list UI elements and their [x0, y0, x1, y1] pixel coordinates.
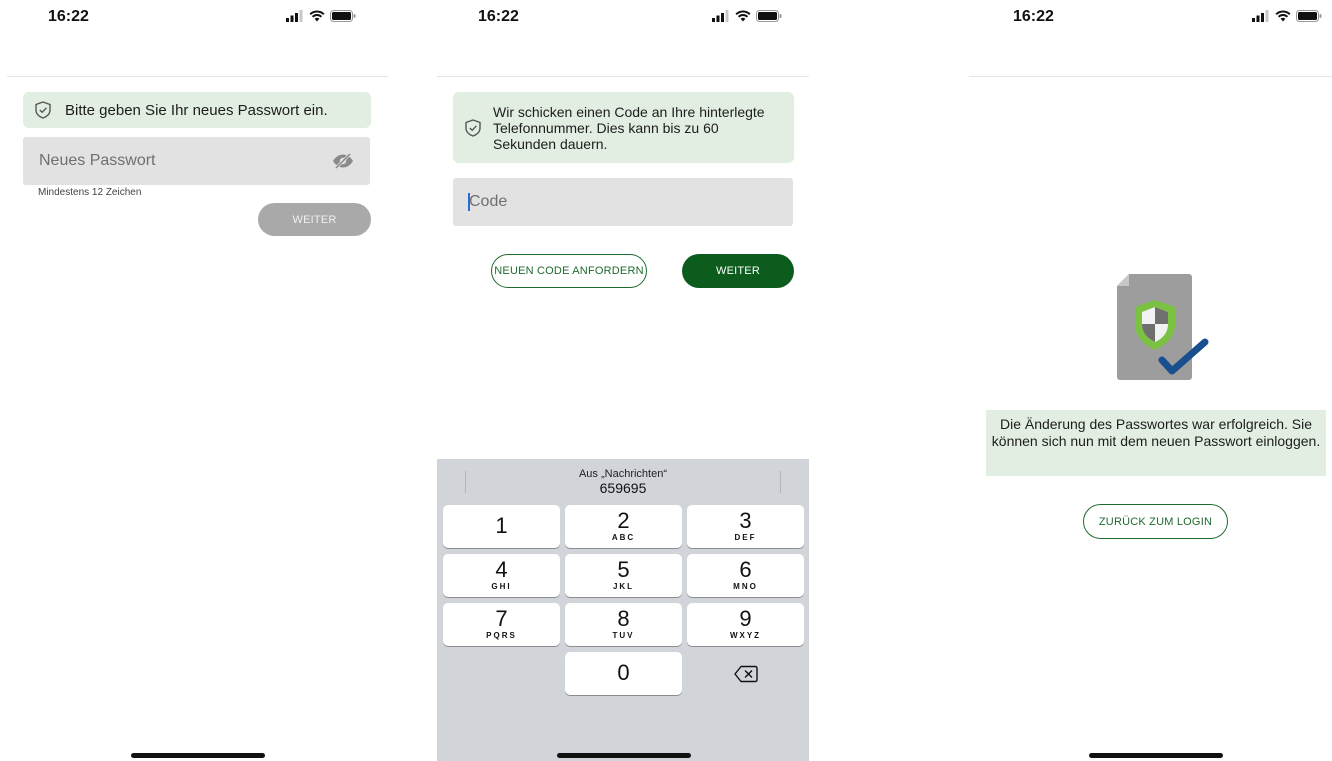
- battery-icon: [330, 10, 356, 22]
- back-to-login-button[interactable]: ZURÜCK ZUM LOGIN: [1083, 504, 1228, 539]
- home-indicator: [1089, 753, 1223, 758]
- home-indicator: [557, 753, 691, 758]
- battery-icon: [756, 10, 782, 22]
- signal-icon: [286, 10, 303, 22]
- status-time: 16:22: [478, 8, 519, 25]
- text-caret: [468, 193, 470, 211]
- screen-new-password: 16:22 Bitte geben Sie Ihr neues Passwort…: [7, 0, 388, 761]
- screen-success: 16:22 Die Änderung des Passwortes war er…: [969, 0, 1332, 761]
- suggestion-code: 659695: [599, 480, 647, 496]
- status-time: 16:22: [1013, 8, 1054, 25]
- request-new-code-button[interactable]: NEUEN CODE ANFORDERN: [491, 254, 647, 288]
- status-bar: 16:22: [969, 0, 1332, 40]
- key-9[interactable]: 9 WXYZ: [687, 603, 804, 646]
- notice-text: Wir schicken einen Code an Ihre hinterle…: [493, 103, 765, 152]
- key-2[interactable]: 2 ABC: [565, 505, 682, 548]
- notice-text: Bitte geben Sie Ihr neues Passwort ein.: [65, 101, 328, 119]
- new-password-field[interactable]: Neues Passwort: [23, 137, 370, 185]
- key-6[interactable]: 6 MNO: [687, 554, 804, 597]
- signal-icon: [1252, 10, 1269, 22]
- info-notice: Bitte geben Sie Ihr neues Passwort ein.: [23, 92, 371, 128]
- header-divider: [7, 76, 388, 77]
- delete-key[interactable]: [687, 652, 804, 695]
- success-message: Die Änderung des Passwortes war erfolgre…: [986, 410, 1326, 476]
- wifi-icon: [309, 10, 325, 22]
- screen-sms-code: 16:22 Wir schicken einen Code an Ihre hi…: [437, 0, 809, 761]
- status-time: 16:22: [48, 8, 89, 25]
- header-divider: [969, 76, 1332, 77]
- home-indicator: [131, 753, 265, 758]
- backspace-icon: [733, 665, 758, 682]
- code-input[interactable]: Code: [453, 178, 793, 226]
- eye-off-icon[interactable]: [332, 153, 354, 169]
- password-hint: Mindestens 12 Zeichen: [38, 187, 142, 198]
- key-7[interactable]: 7 PQRS: [443, 603, 560, 646]
- info-notice: Wir schicken einen Code an Ihre hinterle…: [453, 92, 794, 163]
- password-placeholder: Neues Passwort: [39, 152, 156, 169]
- wifi-icon: [735, 10, 751, 22]
- signal-icon: [712, 10, 729, 22]
- key-5[interactable]: 5 JKL: [565, 554, 682, 597]
- next-button[interactable]: WEITER: [682, 254, 794, 288]
- numeric-keyboard: Aus „Nachrichten“ 659695 1 2 ABC 3 DEF 4 GH…: [437, 459, 809, 761]
- shield-check-icon: [35, 101, 51, 119]
- otp-suggestion[interactable]: Aus „Nachrichten“ 659695: [437, 459, 809, 503]
- shield-check-icon: [465, 118, 481, 137]
- header-divider: [437, 76, 809, 77]
- document-shield-check-icon: [1117, 274, 1209, 380]
- status-bar: 16:22: [7, 0, 388, 40]
- battery-icon: [1296, 10, 1322, 22]
- key-1[interactable]: 1: [443, 505, 560, 548]
- code-placeholder: Code: [469, 193, 508, 210]
- key-3[interactable]: 3 DEF: [687, 505, 804, 548]
- key-8[interactable]: 8 TUV: [565, 603, 682, 646]
- key-4[interactable]: 4 GHI: [443, 554, 560, 597]
- key-0[interactable]: 0: [565, 652, 682, 695]
- suggestion-source: Aus „Nachrichten“: [578, 468, 668, 480]
- status-bar: 16:22: [437, 0, 809, 40]
- wifi-icon: [1275, 10, 1291, 22]
- next-button[interactable]: WEITER: [258, 203, 371, 236]
